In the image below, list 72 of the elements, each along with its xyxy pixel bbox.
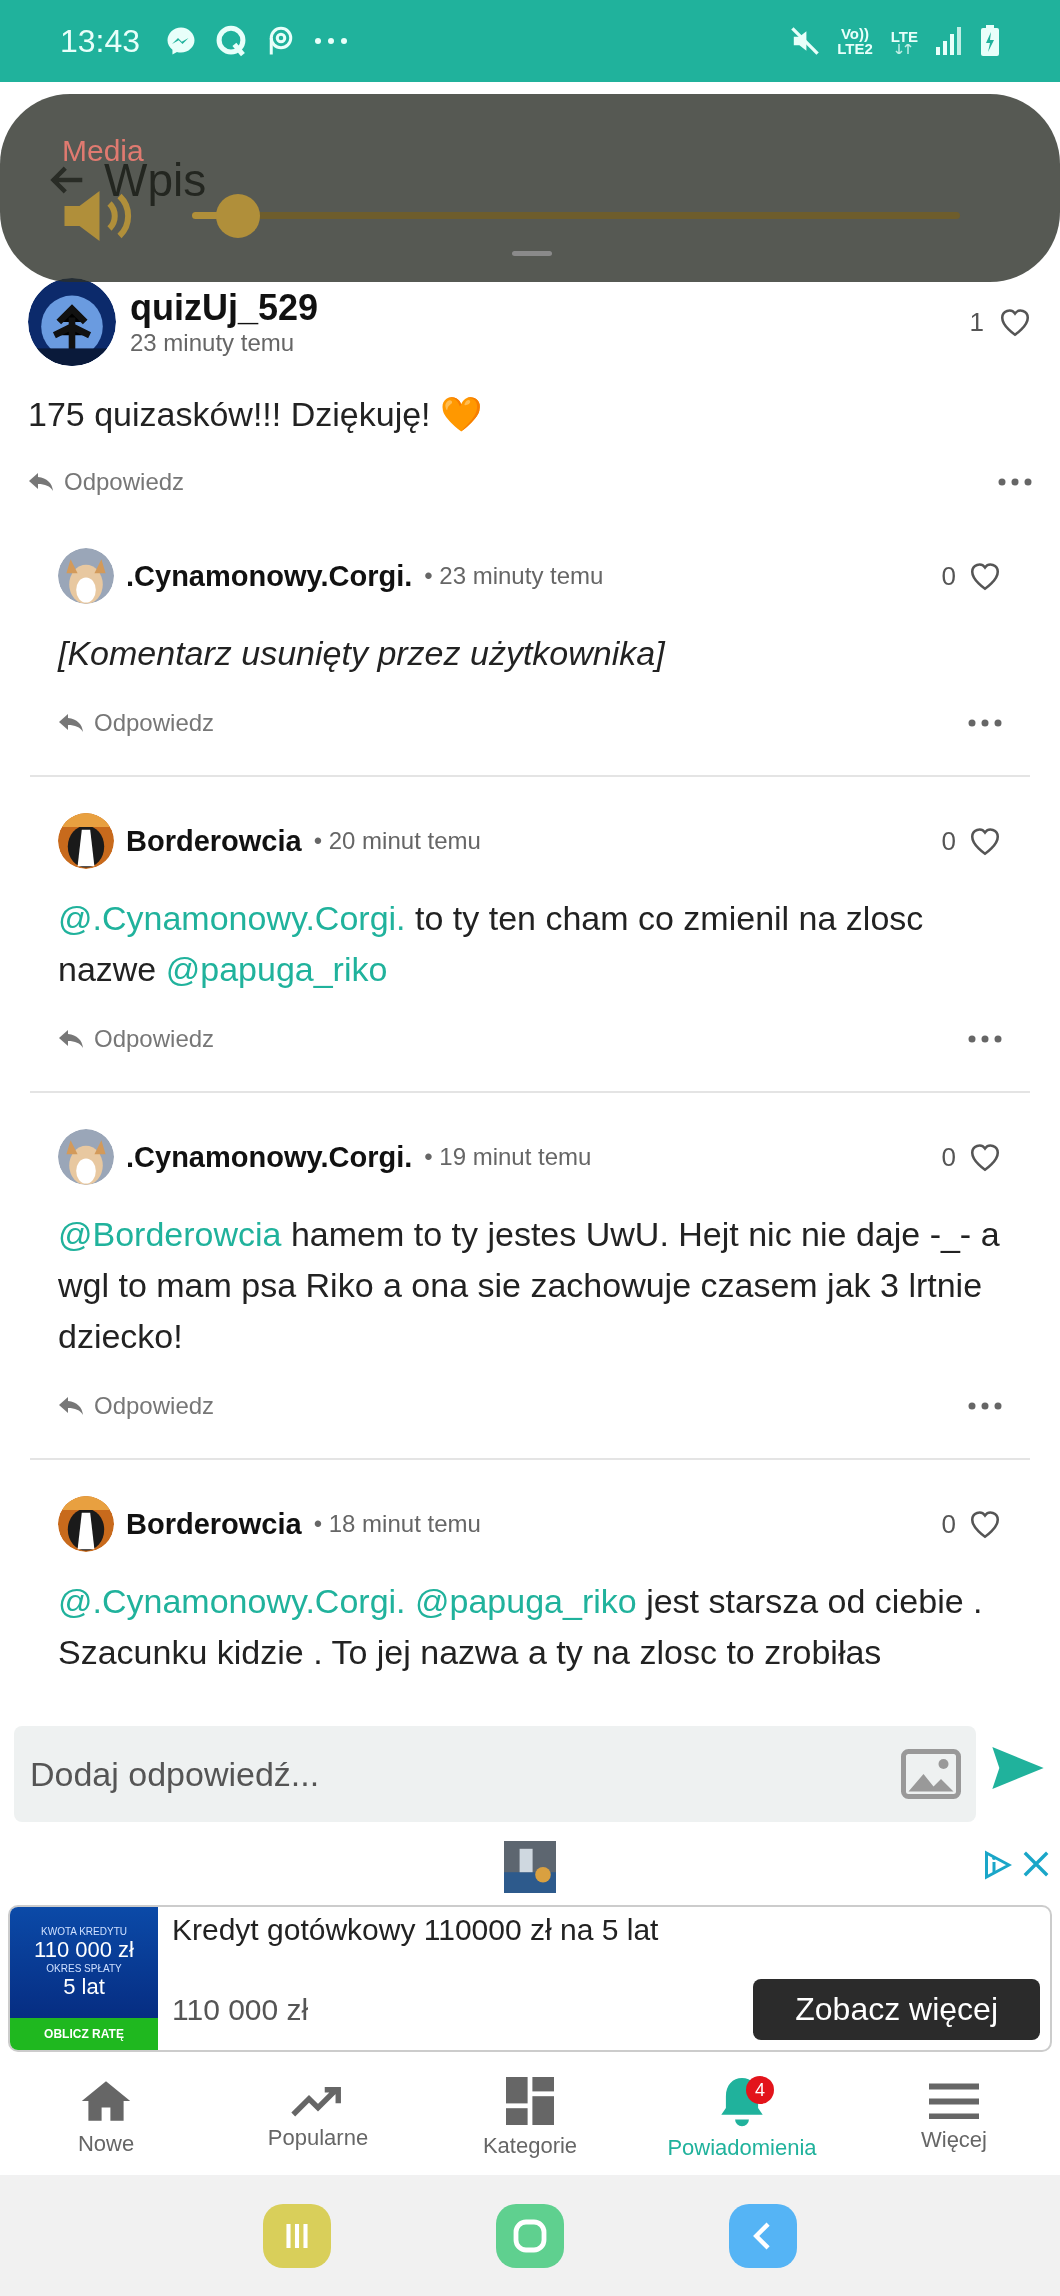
author-name[interactable]: .Cynamonowy.Corgi. bbox=[126, 1140, 413, 1174]
ad-headline: Kredyt gotówkowy 110000 zł na 5 lat bbox=[172, 1912, 660, 1947]
notification-badge: 4 bbox=[746, 2076, 774, 2105]
ad-panel-label: OKRES SPŁATY bbox=[46, 1962, 122, 1974]
network-label: LTE2 bbox=[837, 41, 873, 56]
menu-icon bbox=[929, 2082, 979, 2119]
drag-handle[interactable] bbox=[512, 251, 552, 256]
more-icon[interactable] bbox=[998, 478, 1032, 486]
reply-button[interactable]: Odpowiedz bbox=[58, 709, 215, 737]
home-button[interactable] bbox=[496, 2203, 564, 2268]
author-name[interactable]: .Cynamonowy.Corgi. bbox=[126, 559, 413, 593]
signal-icon bbox=[936, 27, 962, 55]
reply-arrow-icon bbox=[58, 1029, 84, 1049]
dashboard-icon bbox=[506, 2076, 554, 2125]
network-label: LTE bbox=[890, 28, 918, 44]
heart-icon[interactable] bbox=[968, 1508, 1002, 1540]
comment-text: @.Cynamonowy.Corgi. @papuga_riko jest starsza od ciebie . Szacunku kidzie . To jej nazwa a ty na zlosc to zrobiłas bbox=[58, 1581, 984, 1673]
nav-tab[interactable]: Popularne bbox=[212, 2060, 424, 2176]
comment-time: • 20 minut temu bbox=[313, 827, 481, 855]
mute-icon bbox=[791, 27, 820, 55]
reply-button[interactable]: Odpowiedz bbox=[58, 1025, 215, 1053]
nav-tab[interactable]: Więcej bbox=[848, 2060, 1060, 2176]
battery-icon bbox=[980, 25, 1000, 57]
author-name[interactable]: Borderowcia bbox=[126, 1507, 302, 1541]
reply-input-field[interactable]: Dodaj odpowiedź... bbox=[28, 1753, 884, 1795]
reply-button[interactable]: Odpowiedz bbox=[28, 468, 185, 496]
comment-text: @Borderowcia hamem to ty jestes UwU. Hejt nic nie daje -_- a wgl to mam psa Riko a ona sie zachowuje czasem jak 3 lrtnie dziecko! bbox=[58, 1214, 1001, 1357]
ad-panel-label: KWOTA KREDYTU bbox=[41, 1925, 127, 1937]
more-icon bbox=[314, 37, 349, 45]
comment-text: @.Cynamonowy.Corgi. to ty ten cham co zmienil na zlosc nazwe @papuga_riko bbox=[58, 898, 925, 990]
ad-panel-value: 5 lat bbox=[63, 1973, 105, 2000]
comment-text: [Komentarz usunięty przez użytkownika] bbox=[58, 633, 667, 674]
status-time: 13:43 bbox=[60, 22, 141, 60]
back-button[interactable] bbox=[729, 2203, 798, 2268]
ad-banner[interactable]: KWOTA KREDYTU 110 000 zł OKRES SPŁATY 5 lat OBLICZ RATĘ Kredyt gotówkowy 110000 zł na 5 lat 110 000 zł Zobacz więcej bbox=[8, 1904, 1052, 2053]
heart-icon[interactable] bbox=[968, 560, 1002, 592]
reply-button[interactable]: Odpowiedz bbox=[58, 1392, 215, 1420]
nav-tab[interactable]: Kategorie bbox=[424, 2060, 636, 2176]
messenger-icon bbox=[166, 26, 197, 56]
volte-label: Vo)) bbox=[840, 26, 869, 41]
more-icon[interactable] bbox=[968, 719, 1002, 727]
like-count: 0 bbox=[941, 825, 956, 857]
heart-icon[interactable] bbox=[968, 1141, 1002, 1173]
heart-icon[interactable] bbox=[998, 306, 1032, 338]
nav-tab[interactable]: Powiadomienia 4 bbox=[636, 2060, 848, 2176]
data-arrows-icon bbox=[895, 43, 914, 54]
author-name[interactable]: quizUj_529 bbox=[130, 287, 956, 329]
post-text: 175 quizasków!!! Dziękuję! 🧡 bbox=[28, 394, 483, 434]
reply-arrow-icon bbox=[28, 472, 54, 492]
reply-arrow-icon bbox=[58, 713, 84, 733]
like-count: 0 bbox=[941, 1508, 956, 1540]
image-icon[interactable] bbox=[900, 1749, 962, 1799]
comment-time: • 19 minut temu bbox=[424, 1143, 592, 1171]
ad-panel-value: 110 000 zł bbox=[34, 1936, 134, 1963]
more-icon[interactable] bbox=[968, 1035, 1002, 1043]
like-count: 0 bbox=[941, 560, 956, 592]
comment-time: • 18 minut temu bbox=[313, 1510, 481, 1538]
post-time: 23 minuty temu bbox=[130, 329, 296, 357]
ad-price: 110 000 zł bbox=[172, 1992, 309, 2027]
more-icon[interactable] bbox=[968, 1402, 1002, 1410]
like-count: 1 bbox=[969, 306, 984, 338]
close-icon[interactable] bbox=[1022, 1850, 1050, 1878]
author-name[interactable]: Borderowcia bbox=[126, 824, 302, 858]
reply-field[interactable]: Dodaj odpowiedź... bbox=[14, 1726, 976, 1822]
comment-time: • 23 minuty temu bbox=[424, 562, 604, 590]
slider-thumb[interactable] bbox=[216, 194, 261, 238]
like-count: 0 bbox=[941, 1141, 956, 1173]
heart-icon[interactable] bbox=[968, 825, 1002, 857]
ad-choices-icon[interactable] bbox=[982, 1850, 1012, 1880]
nav-tab[interactable]: Nowe bbox=[0, 2060, 212, 2176]
reply-arrow-icon bbox=[58, 1396, 84, 1416]
ad-cta-button[interactable]: Zobacz więcej bbox=[753, 1979, 1040, 2041]
